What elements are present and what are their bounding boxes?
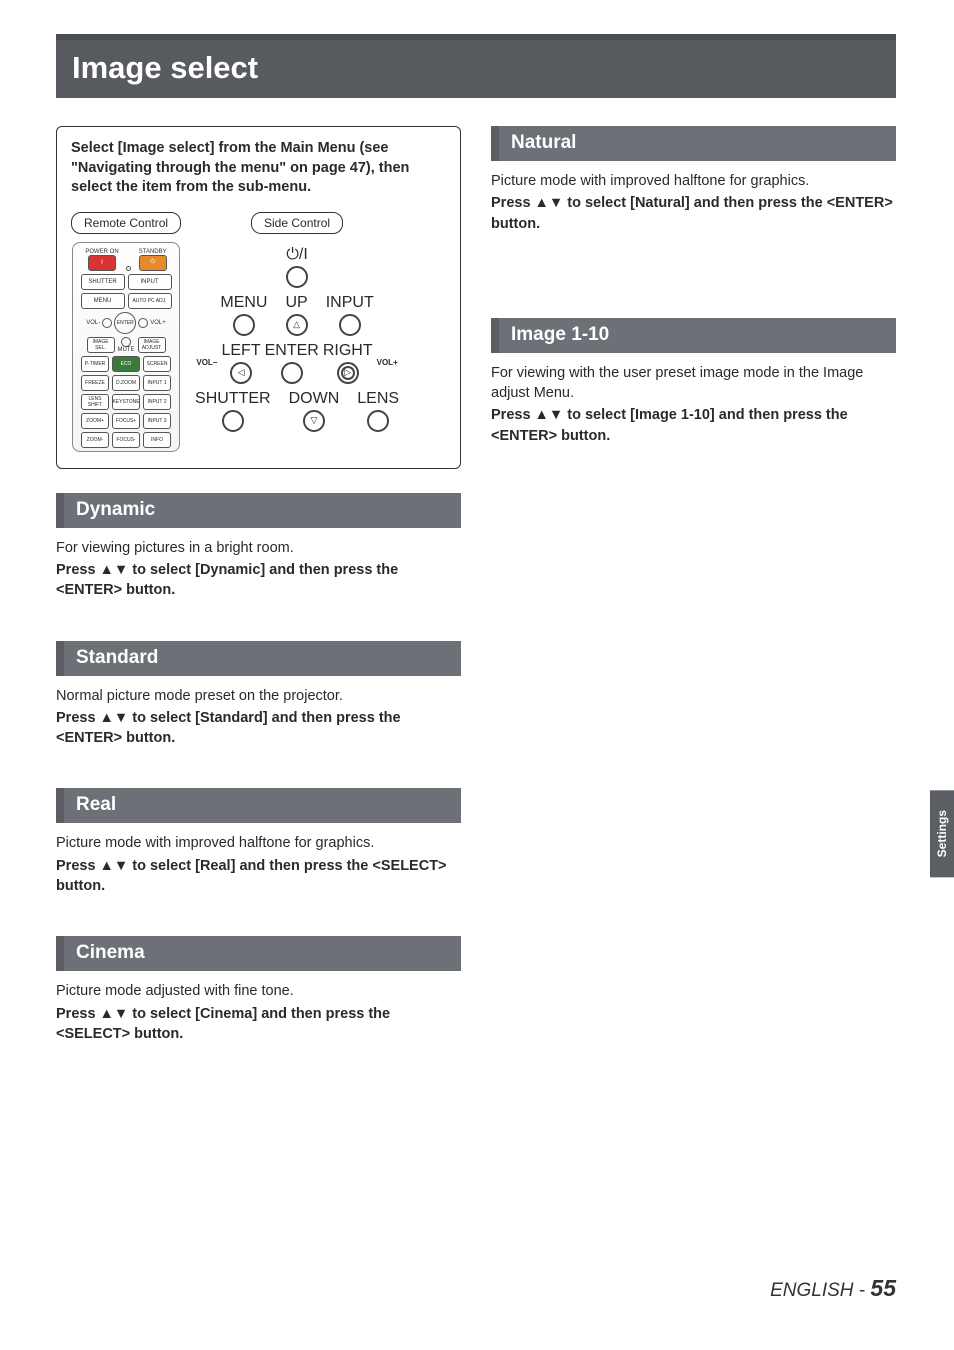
remote-mute-label: MUTE — [118, 347, 135, 353]
remote-standby-button: ⏻ — [139, 255, 167, 271]
remote-freeze-button: FREEZE — [81, 375, 109, 391]
side-volminus-label: VOL− — [196, 358, 217, 367]
real-body: Picture mode with improved halftone for … — [56, 833, 461, 896]
cinema-desc: Picture mode adjusted with fine tone. — [56, 981, 461, 1001]
page-title: Image select — [72, 50, 258, 85]
side-enter-button — [281, 362, 303, 384]
side-left-button: ◁ — [230, 362, 252, 384]
natural-desc: Picture mode with improved halftone for … — [491, 171, 896, 191]
side-volplus-label: VOL+ — [377, 358, 398, 367]
side-power-button — [286, 266, 308, 288]
side-down-button: ▽ — [303, 410, 325, 432]
side-left-label: LEFT — [221, 342, 260, 360]
remote-power-on-label: POWER ON — [85, 249, 118, 255]
instruction-box: Select [Image select] from the Main Menu… — [56, 126, 461, 469]
footer-page-number: 55 — [870, 1275, 896, 1301]
real-heading: Real — [56, 788, 461, 823]
remote-menu-button: MENU — [81, 293, 125, 309]
standard-desc: Normal picture mode preset on the projec… — [56, 686, 461, 706]
standard-heading: Standard — [56, 641, 461, 676]
remote-enter-button: ENTER — [114, 312, 136, 334]
cinema-heading: Cinema — [56, 936, 461, 971]
remote-zoomminus-button: ZOOM- — [81, 432, 109, 448]
page-footer: ENGLISH - 55 — [770, 1275, 896, 1302]
remote-info-button: INFO — [143, 432, 171, 448]
side-control-block: Side Control ⏻/I MENU UP △ — [207, 212, 387, 406]
side-control-label: Side Control — [251, 212, 343, 234]
image110-action: Press ▲▼ to select [Image 1-10] and then… — [491, 405, 896, 446]
remote-ptimer-button: P-TIMER — [81, 356, 109, 372]
natural-body: Picture mode with improved halftone for … — [491, 171, 896, 234]
footer-language: ENGLISH - — [770, 1280, 870, 1301]
remote-volplus-label: VOL+ — [150, 320, 166, 326]
remote-down-icon — [121, 337, 131, 347]
remote-screen-button: SCREEN — [143, 356, 171, 372]
remote-volminus-label: VOL- — [86, 320, 100, 326]
remote-autopc-button: AUTO PC ADJ. — [128, 293, 172, 309]
remote-power-on-button: I — [88, 255, 116, 271]
page-title-bar: Image select — [56, 34, 896, 98]
side-menu-button — [233, 314, 255, 336]
side-menu-label: MENU — [220, 294, 267, 312]
remote-input3-button: INPUT 3 — [143, 413, 171, 429]
remote-zoomplus-button: ZOOM+ — [81, 413, 109, 429]
natural-heading: Natural — [491, 126, 896, 161]
natural-action: Press ▲▼ to select [Natural] and then pr… — [491, 193, 896, 234]
remote-dzoom-button: D.ZOOM — [112, 375, 140, 391]
side-right-button: ▷ — [337, 362, 359, 384]
side-input-label: INPUT — [326, 294, 374, 312]
real-action: Press ▲▼ to select [Real] and then press… — [56, 856, 461, 897]
remote-control-block: Remote Control POWER ON I STANDBY — [71, 212, 181, 452]
side-shutter-button — [222, 410, 244, 432]
remote-input1-button: INPUT 1 — [143, 375, 171, 391]
remote-standby-label: STANDBY — [139, 249, 167, 255]
remote-input-button: INPUT — [128, 274, 172, 290]
side-right-label: RIGHT — [323, 342, 373, 360]
right-column: Natural Picture mode with improved halft… — [491, 126, 896, 1084]
side-up-button: △ — [286, 314, 308, 336]
remote-lensshift-button: LENS SHIFT — [81, 394, 109, 410]
remote-imageadj-button: IMAGE ADJUST — [138, 337, 166, 353]
real-desc: Picture mode with improved halftone for … — [56, 833, 461, 853]
cinema-action: Press ▲▼ to select [Cinema] and then pre… — [56, 1004, 461, 1045]
side-lens-button — [367, 410, 389, 432]
remote-right-icon — [138, 318, 148, 328]
side-tab-settings: Settings — [930, 790, 954, 877]
remote-focusplus-button: FOCUS+ — [112, 413, 140, 429]
remote-keystone-button: KEYSTONE — [112, 394, 140, 410]
standard-body: Normal picture mode preset on the projec… — [56, 686, 461, 749]
side-control-illustration: ⏻/I MENU UP△ INPUT VOL− — [207, 246, 387, 406]
remote-input2-button: INPUT 2 — [143, 394, 171, 410]
cinema-body: Picture mode adjusted with fine tone. Pr… — [56, 981, 461, 1044]
side-shutter-label: SHUTTER — [195, 390, 271, 408]
image110-body: For viewing with the user preset image m… — [491, 363, 896, 446]
remote-imagesel-button: IMAGE SEL. — [87, 337, 115, 353]
remote-control-illustration: POWER ON I STANDBY ⏻ SHUTTER — [72, 242, 180, 452]
side-up-label: UP — [285, 294, 307, 312]
dynamic-action: Press ▲▼ to select [Dynamic] and then pr… — [56, 560, 461, 601]
side-input-button — [339, 314, 361, 336]
image110-heading: Image 1-10 — [491, 318, 896, 353]
side-enter-label: ENTER — [265, 342, 319, 360]
dynamic-heading: Dynamic — [56, 493, 461, 528]
remote-left-icon — [102, 318, 112, 328]
left-column: Select [Image select] from the Main Menu… — [56, 126, 461, 1084]
standard-action: Press ▲▼ to select [Standard] and then p… — [56, 708, 461, 749]
instruction-lead: Select [Image select] from the Main Menu… — [71, 139, 446, 198]
image110-desc: For viewing with the user preset image m… — [491, 363, 896, 404]
remote-focusminus-button: FOCUS- — [112, 432, 140, 448]
side-lens-label: LENS — [357, 390, 399, 408]
remote-control-label: Remote Control — [71, 212, 181, 234]
remote-eco-button: ECO — [112, 356, 140, 372]
remote-shutter-button: SHUTTER — [81, 274, 125, 290]
dynamic-desc: For viewing pictures in a bright room. — [56, 538, 461, 558]
side-down-label: DOWN — [289, 390, 340, 408]
side-power-label: ⏻/I — [286, 246, 308, 264]
dynamic-body: For viewing pictures in a bright room. P… — [56, 538, 461, 601]
